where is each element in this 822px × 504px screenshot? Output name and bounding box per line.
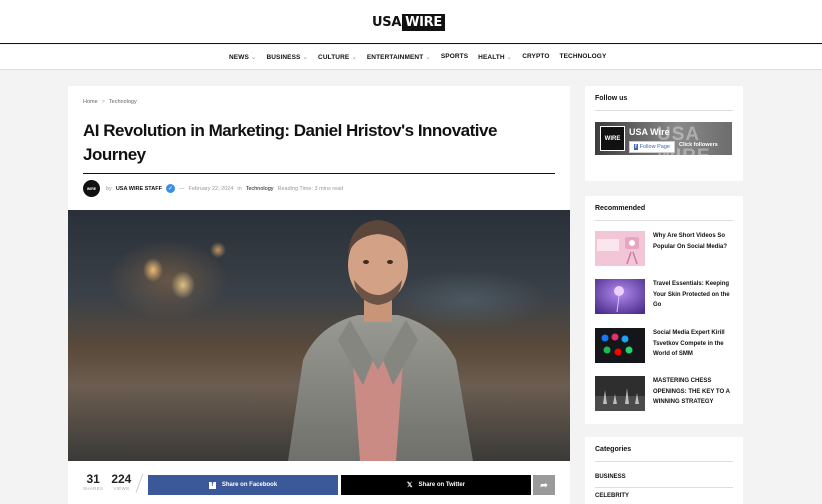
nav-menu: NEWS ⌄ BUSINESS ⌄ CULTURE ⌄ ENTERTAINMENT ⌄ SPOR…	[229, 53, 606, 61]
thumbnail-social-apps-image	[595, 328, 645, 363]
article-card: Home > Technology AI Revolution in Marke…	[68, 86, 570, 504]
recommended-item-title: Travel Essentials: Keeping Your Skin Pro…	[653, 281, 730, 308]
share-twitter-button[interactable]: 𝕏 Share on Twitter	[341, 475, 531, 495]
in-label: in	[237, 185, 242, 192]
category-link[interactable]: BUSINESS	[595, 474, 626, 480]
nav-item-label: SPORTS	[440, 53, 469, 60]
share-stats: 31 SHARES 224 VIEWS	[83, 473, 146, 493]
views-stat: 224 VIEWS	[111, 472, 132, 492]
share-facebook-label: Share on Facebook	[221, 482, 278, 488]
recommended-item[interactable]: Why Are Short Videos So Popular On Socia…	[595, 231, 735, 266]
shares-stat: 31 SHARES	[83, 472, 104, 492]
facebook-icon: f	[208, 481, 216, 489]
recommended-item-title: MASTERING CHESS OPENINGS: THE KEY TO A W…	[653, 378, 730, 405]
chevron-down-icon: ⌄	[425, 54, 431, 61]
person-illustration	[288, 220, 473, 461]
nav-item-label: CULTURE	[318, 54, 350, 61]
shares-label: SHARES	[83, 486, 104, 491]
chevron-down-icon: ⌄	[250, 54, 257, 61]
nav-item-label: TECHNOLOGY	[559, 53, 607, 60]
article-title: AI Revolution in Marketing: Daniel Hrist…	[83, 121, 497, 164]
author-name[interactable]: USA WIRE STAFF	[116, 186, 162, 192]
category-link[interactable]: CELEBRITY	[595, 493, 629, 499]
thumbnail-flower-image	[595, 279, 645, 314]
nav-item-label: HEALTH	[478, 54, 505, 61]
thumbnail-video-image	[595, 231, 645, 266]
title-divider	[83, 173, 555, 174]
nav-item-label: CRYPTO	[522, 53, 550, 60]
share-arrow-icon: ➦	[540, 479, 548, 490]
category-divider	[595, 487, 733, 488]
views-count: 224	[111, 472, 132, 486]
follow-divider	[595, 110, 733, 111]
share-twitter-label: Share on Twitter	[418, 482, 466, 488]
breadcrumb-home[interactable]: Home	[83, 99, 98, 105]
nav-item-health[interactable]: HEALTH ⌄	[478, 53, 512, 61]
thumbnail-chess-image	[595, 376, 645, 411]
by-label: by	[106, 185, 112, 192]
recommended-item[interactable]: Travel Essentials: Keeping Your Skin Pro…	[595, 279, 735, 314]
fb-small-icon: f	[634, 144, 638, 150]
logo-usa: USA	[372, 15, 402, 30]
follow-page-label: Follow Page	[639, 144, 670, 150]
article-category[interactable]: Technology	[246, 186, 274, 192]
facebook-page-plugin[interactable]: USA WIRE WIRE USA Wire f Follow Page Cli…	[595, 122, 732, 155]
followers-text: Click followers	[679, 142, 718, 148]
recommended-title: Recommended	[595, 205, 646, 212]
chevron-down-icon: ⌄	[302, 54, 309, 61]
nav-item-label: ENTERTAINMENT	[366, 54, 424, 61]
nav-item-technology[interactable]: TECHNOLOGY	[560, 53, 607, 61]
x-twitter-icon: 𝕏	[406, 482, 413, 489]
author-avatar[interactable]: WIRE	[83, 180, 100, 197]
featured-image	[68, 210, 570, 461]
share-more-button[interactable]: ➦	[533, 475, 555, 495]
nav-item-sports[interactable]: SPORTS	[441, 53, 468, 61]
nav-item-entertainment[interactable]: ENTERTAINMENT ⌄	[367, 53, 431, 61]
breadcrumb-separator: >	[101, 99, 105, 105]
verified-icon: ✓	[165, 184, 175, 193]
article-date: February 22, 2024	[188, 185, 234, 192]
recommended-item[interactable]: Social Media Expert Kirill Tsvetkov Comp…	[595, 328, 735, 363]
recommended-widget: Recommended Why Are Short Videos So Popu…	[585, 196, 743, 424]
logo-wire: WIRE	[402, 14, 445, 31]
follow-title: Follow us	[595, 95, 628, 102]
meta-dash: —	[178, 185, 185, 192]
nav-item-label: NEWS	[229, 54, 249, 61]
recommended-item-title: Social Media Expert Kirill Tsvetkov Comp…	[653, 330, 725, 357]
categories-title: Categories	[595, 446, 632, 453]
nav-item-crypto[interactable]: CRYPTO	[522, 53, 549, 61]
page-name[interactable]: USA Wire	[629, 127, 670, 137]
article-meta: WIRE by USA WIRE STAFF ✓ — February 22, …	[83, 180, 343, 197]
page-logo: WIRE	[600, 126, 625, 151]
recommended-divider	[595, 220, 733, 221]
breadcrumb-current[interactable]: Technology	[109, 99, 137, 105]
recommended-item[interactable]: MASTERING CHESS OPENINGS: THE KEY TO A W…	[595, 376, 735, 411]
views-label: VIEWS	[113, 486, 130, 491]
main-nav: NEWS ⌄ BUSINESS ⌄ CULTURE ⌄ ENTERTAINMENT ⌄ SPOR…	[0, 45, 822, 70]
categories-divider	[595, 461, 733, 462]
shares-count: 31	[86, 472, 100, 486]
nav-item-culture[interactable]: CULTURE ⌄	[318, 53, 357, 61]
recommended-item-title: Why Are Short Videos So Popular On Socia…	[653, 233, 728, 250]
stats-divider	[135, 473, 144, 493]
breadcrumb: Home > Technology	[83, 99, 137, 105]
site-header: USA WIRE	[0, 0, 822, 44]
chevron-down-icon: ⌄	[506, 54, 513, 61]
categories-widget: Categories BUSINESS CELEBRITY	[585, 437, 743, 504]
chevron-down-icon: ⌄	[351, 54, 357, 61]
reading-time: Reading Time: 3 mins read	[277, 185, 344, 192]
site-logo[interactable]: USA WIRE	[372, 14, 445, 31]
follow-widget: Follow us USA WIRE WIRE USA Wire f Follo…	[585, 86, 743, 181]
nav-item-news[interactable]: NEWS ⌄	[229, 53, 256, 61]
nav-item-label: BUSINESS	[266, 54, 301, 61]
share-facebook-button[interactable]: f Share on Facebook	[148, 475, 338, 495]
follow-page-button[interactable]: f Follow Page	[629, 141, 675, 153]
nav-item-business[interactable]: BUSINESS ⌄	[266, 53, 308, 61]
